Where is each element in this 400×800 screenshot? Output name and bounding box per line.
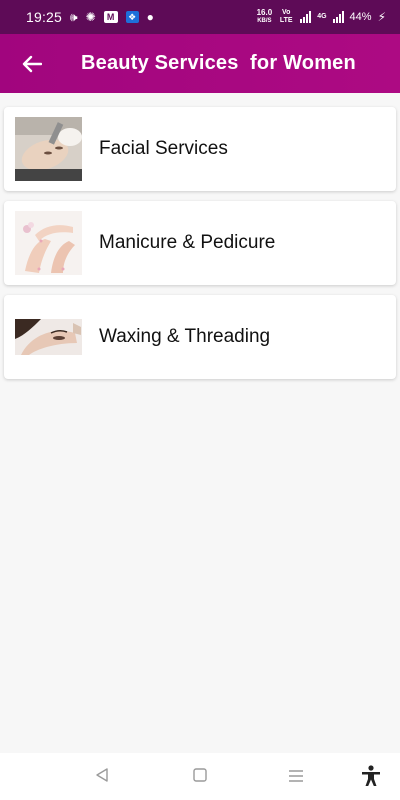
charging-icon: ⚡ — [377, 10, 386, 24]
status-time: 19:25 — [26, 9, 63, 25]
page-title: Beauty Services for Women — [81, 52, 356, 74]
network-type: 4G — [317, 13, 327, 20]
facial-thumbnail — [15, 117, 82, 181]
fan-icon: ✺ — [85, 10, 96, 24]
service-card-manicure[interactable]: Manicure & Pedicure — [4, 201, 396, 285]
service-card-facial[interactable]: Facial Services — [4, 107, 396, 191]
app-icon: M — [103, 11, 118, 23]
arrow-left-icon — [22, 55, 42, 72]
square-home-icon[interactable] — [193, 768, 207, 787]
signal-icon-1 — [300, 11, 312, 23]
back-button[interactable] — [2, 34, 62, 93]
service-label: Manicure & Pedicure — [99, 232, 276, 253]
system-nav-bar — [0, 753, 400, 800]
manicure-thumbnail — [15, 211, 82, 275]
battery-percent: 44% — [349, 11, 372, 23]
accessibility-icon[interactable] — [361, 765, 381, 792]
dot-icon: ● — [146, 10, 154, 24]
service-label: Facial Services — [99, 138, 228, 159]
volte-indicator: Vo LTE — [279, 9, 293, 24]
service-label: Waxing & Threading — [99, 326, 271, 347]
signal-icon-2 — [332, 11, 344, 23]
service-card-waxing[interactable]: Waxing & Threading — [4, 295, 396, 379]
network-speed: 16.0 KB/S — [256, 8, 273, 25]
app-bar: Beauty Services for Women — [0, 34, 400, 93]
volume-icon: 🕪 — [70, 10, 78, 24]
status-bar: 19:25 🕪 ✺ M ❖ ● 16.0 KB/S Vo LTE 4G 44% … — [0, 0, 400, 34]
waxing-thumbnail — [15, 305, 82, 369]
menu-lines-icon[interactable] — [288, 769, 304, 787]
service-list: Facial Services Manicure & Pedicure Waxi… — [4, 107, 396, 389]
triangle-back-icon[interactable] — [95, 767, 109, 788]
vpn-icon: ❖ — [125, 11, 139, 23]
